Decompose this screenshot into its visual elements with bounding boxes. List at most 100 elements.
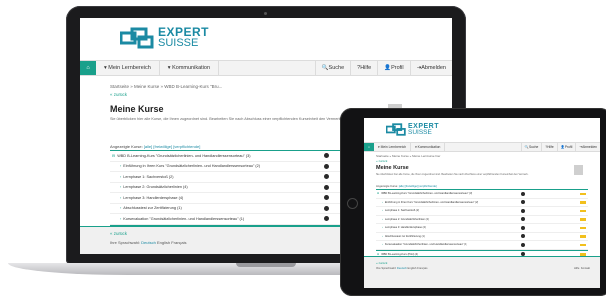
filter-mandatory[interactable]: [verpflichtende]	[418, 185, 436, 188]
brand-logo[interactable]: EXPERT SUISSE	[120, 26, 209, 49]
tablet-page: EXPERT SUISSE ⌂ ▾ Mein Lernbereich ▾ Kom…	[364, 118, 600, 288]
bullet-icon: ›	[120, 216, 122, 221]
search-label: Suche	[328, 65, 345, 71]
filter-mandatory[interactable]: [verpflichtende]	[173, 144, 200, 149]
user-icon: 👤	[384, 65, 392, 71]
lang-deutsch[interactable]: Deutsch	[141, 240, 156, 245]
home-button[interactable]: ⌂	[364, 143, 374, 151]
course-row-label: Abschlusstest zur Zertifizierung (1)	[123, 206, 182, 211]
home-icon: ⌂	[368, 145, 370, 149]
status-badge	[580, 209, 586, 212]
bullet-icon: ›	[120, 164, 122, 169]
status-icon	[521, 225, 525, 230]
chevron-down-icon: ▾	[104, 65, 107, 71]
page-title: Meine Kurse	[110, 104, 164, 114]
status-icon	[324, 153, 329, 159]
tablet-main-nav: ⌂ ▾ Mein Lernbereich ▾ Kommunikation 🔍 Su…	[364, 142, 600, 152]
laptop-camera	[264, 12, 267, 15]
logo-icon	[386, 123, 406, 136]
lang-francais[interactable]: Français	[417, 267, 427, 270]
filter-all[interactable]: [alle]	[399, 185, 405, 188]
search-button[interactable]: 🔍 Suche	[314, 61, 350, 75]
bullet-icon: ›	[120, 195, 122, 200]
bullet-icon: ›	[382, 217, 383, 221]
intro-text: Sie überblicken hier alle Kurse, die Ihn…	[376, 173, 529, 176]
document-icon	[574, 165, 583, 175]
lang-francais[interactable]: Français	[171, 240, 186, 245]
bullet-icon: ›	[382, 209, 383, 213]
bullet-icon: ›	[120, 174, 122, 179]
status-badge	[580, 192, 586, 195]
course-row[interactable]: › Kursevaluation "Grundsätzlicherlinien- …	[376, 241, 588, 250]
help-button[interactable]: ? Hilfe	[541, 143, 556, 151]
breadcrumb[interactable]: Startseite » Meine Kurse » WBD B-Learnin…	[110, 84, 222, 89]
search-icon: 🔍	[321, 65, 329, 71]
brand-suisse: SUISSE	[408, 129, 432, 136]
status-badge	[580, 235, 586, 238]
lang-deutsch[interactable]: Deutsch	[397, 267, 407, 270]
chevron-down-icon: ▾	[415, 145, 417, 149]
status-icon	[521, 200, 525, 205]
course-row[interactable]: › Abschlusstest zur Zertifizierung (1)	[376, 233, 588, 241]
lang-english[interactable]: English	[408, 267, 417, 270]
status-icon	[521, 208, 525, 213]
main-nav: ⌂ ▾ Mein Lernbereich ▾ Kommunikation 🔍 Su…	[80, 60, 452, 76]
filter-label: Angezeigte Kurse:	[376, 185, 398, 188]
course-row[interactable]: › Lernphase 2: Grundsätzlicherlinien (4)	[376, 216, 588, 224]
status-icon	[324, 195, 329, 201]
footer-help-link[interactable]: Hilfe	[574, 267, 579, 270]
course-row[interactable]: › Lernphase 3: Handlerdersphase (4)	[376, 224, 588, 233]
collapse-icon: ⊟	[112, 154, 116, 159]
tablet-site-header: EXPERT SUISSE	[364, 118, 600, 142]
status-icon	[324, 205, 329, 211]
course-filter: Angezeigte Kurse: [alle] [freiwillige] […	[110, 144, 200, 149]
logout-label: Abmelden	[582, 145, 597, 149]
footer-contact-link[interactable]: Kontakt	[581, 267, 590, 270]
filter-optional[interactable]: [freiwillige]	[153, 144, 172, 149]
nav-kommunikation[interactable]: ▾ Kommunikation	[160, 61, 220, 75]
back-link[interactable]: « zurück	[110, 92, 127, 97]
logout-button[interactable]: ⇥ Abmelden	[409, 61, 452, 75]
chevron-down-icon: ▾	[378, 145, 380, 149]
filter-all[interactable]: [alle]	[144, 144, 152, 149]
profile-button[interactable]: 👤 Profil	[377, 61, 409, 75]
search-button[interactable]: 🔍 Suche	[520, 143, 541, 151]
help-label: Hilfe	[547, 145, 554, 149]
nav-mein-lernbereich[interactable]: ▾ Mein Lernbereich	[96, 61, 160, 75]
filter-optional[interactable]: [freiwillige]	[405, 185, 418, 188]
bullet-icon: ›	[382, 234, 383, 238]
profile-button[interactable]: 👤 Profil	[556, 143, 576, 151]
logout-button[interactable]: ⇥ Abmelden	[575, 143, 600, 151]
profile-label: Profil	[564, 145, 573, 149]
course-row[interactable]: ⊟ WBD B-Learning-Kurs "Grundsätzlicherlin…	[376, 190, 588, 199]
logo-icon	[120, 27, 154, 48]
status-badge	[580, 218, 586, 221]
status-icon	[324, 174, 329, 180]
tablet-brand-logo[interactable]: EXPERT SUISSE	[386, 123, 439, 137]
search-label: Suche	[528, 145, 539, 149]
footer-back-link[interactable]: « zurück	[376, 261, 387, 265]
help-button[interactable]: ? Hilfe	[350, 61, 377, 75]
nav-kommunikation[interactable]: ▾ Kommunikation	[411, 143, 446, 151]
language-switch: Ihre Sprachwahl: Deutsch English Françai…	[376, 267, 427, 270]
home-icon: ⌂	[86, 65, 90, 71]
page-title: Meine Kurse	[376, 165, 409, 171]
filter-label: Angezeigte Kurse:	[110, 144, 143, 149]
course-row[interactable]: › Einführung in Ihren Kurs "Grundsätzlich…	[376, 199, 588, 207]
course-row-label: Lernphase 2: Grundsätzlicherlinien (4)	[384, 217, 429, 221]
back-link[interactable]: « zurück	[376, 159, 387, 163]
footer-back-link[interactable]: « zurück	[110, 231, 127, 236]
breadcrumb[interactable]: Startseite » Meine Kurse » Meine Lernkur…	[376, 154, 440, 158]
course-row-label: Abschlusstest zur Zertifizierung (1)	[384, 234, 425, 238]
course-row-label: WBD B-Learning-Kurs "Grundsätzlicherlini…	[117, 153, 251, 158]
lang-english[interactable]: English	[157, 240, 170, 245]
collapse-icon: ⊟	[377, 192, 380, 196]
nav-mein-lernbereich[interactable]: ▾ Mein Lernbereich	[374, 143, 412, 151]
nav-label: Kommunikation	[172, 65, 211, 71]
home-button[interactable]: ⌂	[80, 61, 96, 75]
tablet-screen: EXPERT SUISSE ⌂ ▾ Mein Lernbereich ▾ Kom…	[364, 118, 600, 288]
status-icon	[521, 234, 525, 239]
bullet-icon: ›	[382, 243, 383, 247]
course-row-label: Lernphase 3: Handlerdersphase (4)	[123, 195, 184, 200]
course-row[interactable]: › Lernphase 1: Sachverstoß (2)	[376, 207, 588, 216]
